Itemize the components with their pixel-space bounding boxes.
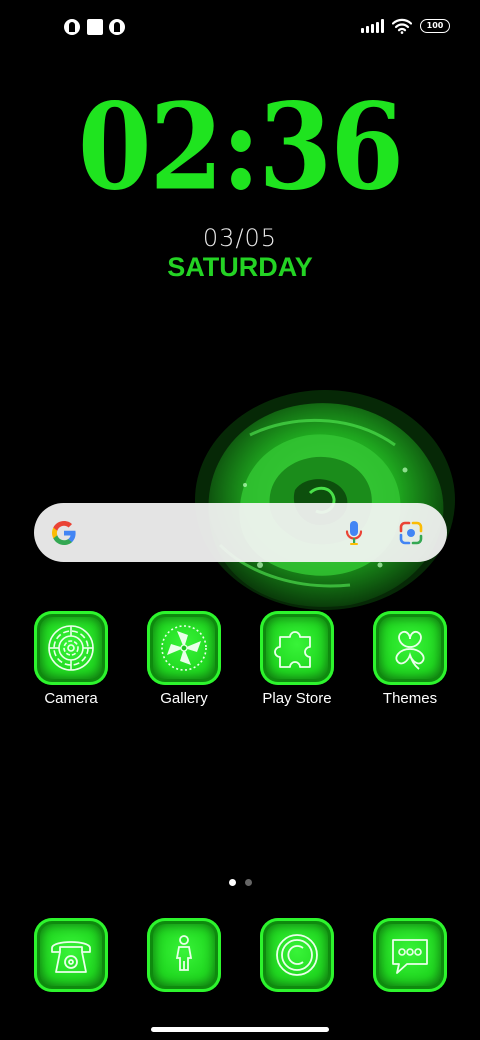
app-label: Gallery: [160, 690, 208, 707]
gesture-navigation-handle[interactable]: [151, 1027, 329, 1032]
app-camera[interactable]: Camera: [23, 611, 119, 707]
app-label: Play Store: [262, 690, 332, 707]
rose-wallpaper-image: [195, 390, 455, 610]
phone-icon: [34, 918, 108, 992]
camera-icon: [34, 611, 108, 685]
battery-indicator: 100: [420, 19, 450, 33]
clover-icon: [373, 611, 447, 685]
contacts-icon: [147, 918, 221, 992]
gallery-icon: [147, 611, 221, 685]
app-gallery[interactable]: Gallery: [136, 611, 232, 707]
app-play-store[interactable]: Play Store: [249, 611, 345, 707]
app-label: Themes: [382, 690, 438, 707]
page-dot-active[interactable]: [228, 879, 236, 886]
dock-contacts[interactable]: [136, 918, 232, 992]
messages-icon: [373, 918, 447, 992]
dock-messages[interactable]: [362, 918, 458, 992]
app-notification-icon: [109, 19, 125, 35]
google-g-icon: [52, 521, 76, 545]
puzzle-piece-icon: [260, 611, 334, 685]
google-search-bar[interactable]: [34, 503, 447, 562]
status-bar: 100: [0, 0, 480, 56]
cellular-signal-icon: [361, 19, 384, 33]
app-notification-icon: [64, 19, 80, 35]
browser-icon: [260, 918, 334, 992]
page-indicator[interactable]: [0, 879, 480, 886]
dock-phone[interactable]: [23, 918, 119, 992]
wifi-icon: [392, 18, 412, 34]
clock-time[interactable]: 02:36: [0, 74, 480, 220]
dock-browser[interactable]: [249, 918, 345, 992]
microphone-icon[interactable]: [344, 519, 364, 547]
clock-weekday: SATURDAY: [167, 252, 313, 282]
page-dot[interactable]: [244, 879, 252, 886]
app-label: Camera: [44, 690, 98, 707]
app-themes[interactable]: Themes: [362, 611, 458, 707]
square-notification-icon: [87, 19, 103, 35]
clock-date: 03/05: [202, 224, 278, 252]
google-lens-icon[interactable]: [398, 520, 424, 546]
